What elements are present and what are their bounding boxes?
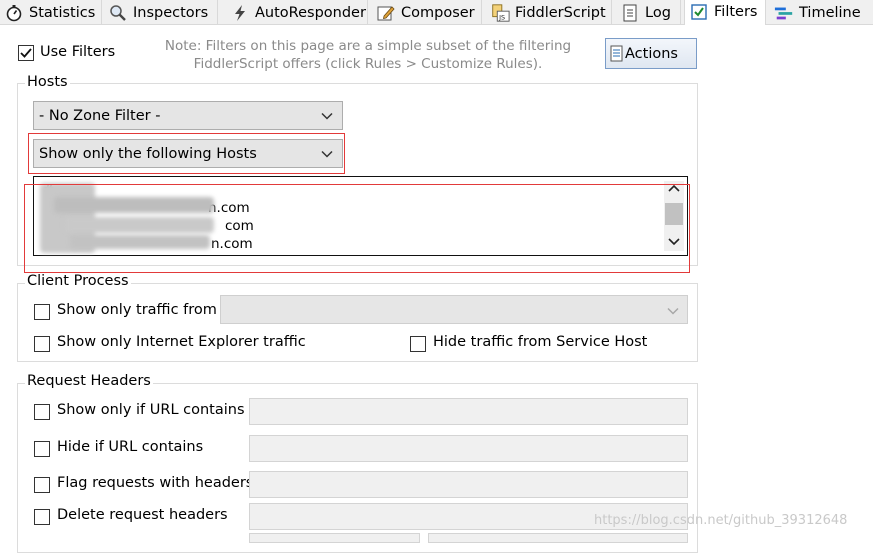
delete-headers-label: Delete request headers <box>57 507 228 523</box>
flag-headers-label: Flag requests with headers <box>57 475 254 491</box>
set-header-name-input[interactable] <box>249 533 420 543</box>
zone-filter-select[interactable]: - No Zone Filter - <box>33 101 343 130</box>
tab-strip: Statistics Inspectors AutoResponder Comp… <box>0 0 873 25</box>
flag-headers-checkbox[interactable] <box>34 477 50 493</box>
svg-text:JS: JS <box>498 14 505 21</box>
timeline-icon <box>774 4 794 22</box>
tab-statistics[interactable]: Statistics <box>0 0 102 25</box>
tab-label: Timeline <box>799 4 861 21</box>
zone-filter-value: - No Zone Filter - <box>39 107 161 124</box>
tab-fiddlerscript[interactable]: JS FiddlerScript <box>486 0 612 25</box>
hosts-group-title: Hosts <box>25 74 70 90</box>
request-headers-title: Request Headers <box>25 373 153 389</box>
lightning-icon <box>230 4 250 22</box>
actions-label: Actions <box>625 45 678 62</box>
tab-label: Composer <box>401 4 475 21</box>
tab-composer[interactable]: Composer <box>372 0 482 25</box>
hide-service-host-label: Hide traffic from Service Host <box>433 334 648 350</box>
hide-if-url-checkbox[interactable] <box>34 441 50 457</box>
show-only-traffic-from-label: Show only traffic from <box>57 302 217 318</box>
show-if-url-checkbox[interactable] <box>34 404 50 420</box>
tab-autoresponder[interactable]: AutoResponder <box>226 0 368 25</box>
stopwatch-icon <box>4 4 24 22</box>
filters-note: Note: Filters on this page are a simple … <box>148 37 588 73</box>
tab-filters[interactable]: Filters <box>684 0 766 25</box>
tab-label: FiddlerScript <box>515 4 606 21</box>
checkbox-icon <box>689 3 709 21</box>
tab-label: Filters <box>714 4 758 20</box>
tab-label: Inspectors <box>133 4 209 21</box>
tab-label: AutoResponder <box>255 4 366 21</box>
chevron-down-icon <box>667 307 679 315</box>
show-only-ie-label: Show only Internet Explorer traffic <box>57 334 306 350</box>
actions-button[interactable]: Actions <box>605 38 697 69</box>
script-icon: JS <box>490 3 510 22</box>
tab-log[interactable]: Log <box>616 0 681 25</box>
flag-headers-input[interactable] <box>249 471 688 498</box>
filters-note-line2: FiddlerScript offers (click Rules > Cust… <box>193 56 543 72</box>
set-header-value-input[interactable] <box>428 533 688 543</box>
use-filters-label: Use Filters <box>40 44 116 60</box>
pencil-icon <box>376 4 396 22</box>
filters-note-line1: Note: Filters on this page are a simple … <box>164 38 572 54</box>
chevron-down-icon <box>321 112 333 120</box>
client-process-title: Client Process <box>25 273 131 289</box>
checkmark-icon <box>20 48 32 58</box>
hide-if-url-input[interactable] <box>249 435 688 462</box>
watermark-text: https://blog.csdn.net/github_39312648 <box>594 513 848 528</box>
show-only-ie-checkbox[interactable] <box>34 336 50 352</box>
host-list-highlight <box>24 184 690 273</box>
show-if-url-label: Show only if URL contains <box>57 402 245 418</box>
tab-timeline[interactable]: Timeline <box>770 0 873 25</box>
process-select[interactable] <box>220 295 688 324</box>
tab-label: Statistics <box>29 4 96 21</box>
log-icon <box>620 4 640 22</box>
tab-inspectors[interactable]: Inspectors <box>104 0 218 25</box>
delete-headers-checkbox[interactable] <box>34 509 50 525</box>
show-if-url-input[interactable] <box>249 398 688 425</box>
hide-if-url-label: Hide if URL contains <box>57 439 204 455</box>
magnifier-icon <box>108 4 128 22</box>
hide-service-host-checkbox[interactable] <box>410 336 426 352</box>
use-filters-checkbox[interactable] <box>18 45 34 61</box>
host-filter-highlight <box>28 133 345 174</box>
tab-label: Log <box>645 4 671 21</box>
actions-icon <box>610 45 624 63</box>
show-only-traffic-from-checkbox[interactable] <box>34 304 50 320</box>
